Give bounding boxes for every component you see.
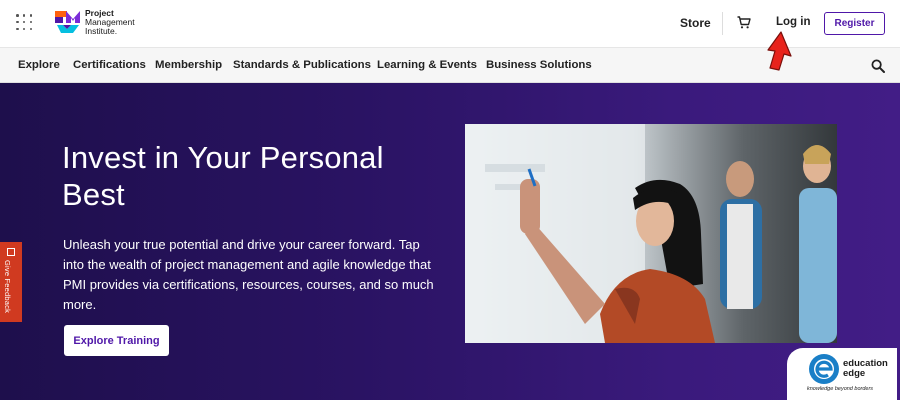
logo-wordmark: Project Management Institute. — [85, 8, 135, 36]
header-divider — [722, 12, 723, 35]
nav-item-membership[interactable]: Membership — [155, 59, 222, 71]
apps-grid-icon[interactable] — [16, 14, 34, 32]
feedback-icon — [7, 248, 15, 256]
nav-item-standards-publications[interactable]: Standards & Publications — [233, 59, 371, 71]
explore-training-button[interactable]: Explore Training — [64, 325, 169, 356]
hero-title: Invest in Your Personal Best — [62, 140, 384, 212]
logo-line-3: Institute. — [85, 25, 118, 36]
login-link[interactable]: Log in — [776, 16, 811, 28]
nav-item-business-solutions[interactable]: Business Solutions — [486, 59, 592, 71]
hero-description: Unleash your true potential and drive yo… — [63, 237, 434, 312]
nav-item-certifications[interactable]: Certifications — [73, 59, 146, 71]
search-icon[interactable] — [871, 59, 885, 73]
pointer-cursor-icon — [767, 31, 792, 71]
education-edge-watermark: education edge knowledge beyond borders — [787, 348, 897, 400]
give-feedback-label: Give Feedback — [3, 260, 12, 314]
watermark-tagline: knowledge beyond borders — [807, 386, 874, 392]
hero-banner: Invest in Your Personal Best Unleash you… — [0, 83, 900, 400]
register-button[interactable]: Register — [824, 12, 885, 35]
education-edge-wordmark: education edge — [843, 359, 888, 379]
pmi-logo[interactable]: Project Management Institute. — [55, 8, 135, 36]
give-feedback-tab[interactable]: Give Feedback — [0, 242, 22, 322]
store-link[interactable]: Store — [680, 16, 711, 30]
watermark-line-2: edge — [843, 368, 866, 379]
nav-item-explore[interactable]: Explore — [18, 59, 60, 71]
hero-photo — [465, 124, 837, 343]
nav-item-learning-events[interactable]: Learning & Events — [377, 59, 477, 71]
cart-icon[interactable] — [737, 16, 751, 29]
pmi-logo-icon — [55, 11, 80, 33]
education-edge-logo-icon — [809, 354, 839, 384]
